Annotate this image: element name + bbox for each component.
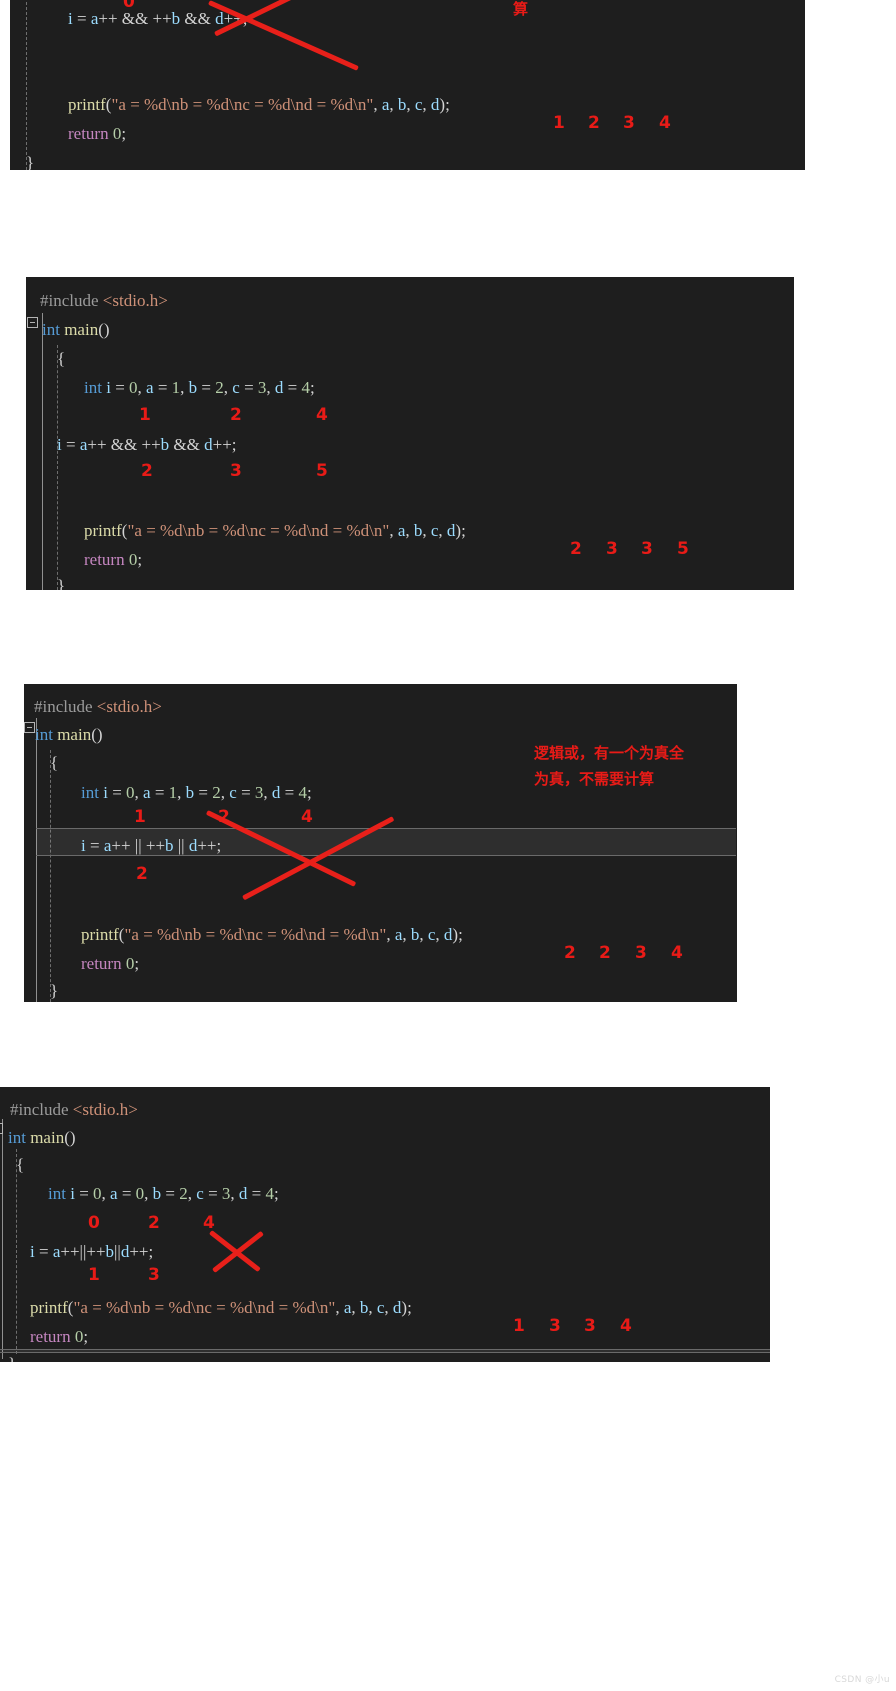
annotation-result-a: 2 [564,943,576,963]
annotation-before-a: 0 [88,1213,100,1233]
code-line-return: return 0; [84,550,143,569]
annotation-result-b: 3 [549,1316,561,1336]
code-line-main: int main() [42,320,110,339]
annotation-before-a: 1 [134,807,146,827]
annotation-before-b: 2 [230,405,242,425]
annotation-result-d: 5 [677,539,689,559]
csdn-watermark: CSDN @小u [834,1675,890,1685]
annotation-before-a: 1 [139,405,151,425]
annotation-before-b: 2 [148,1213,160,1233]
code-line-declaration: int i = 0, a = 0, b = 2, c = 3, d = 4; [48,1184,279,1203]
code-line-return: return 0; [30,1327,89,1346]
annotation-result-b: 2 [599,943,611,963]
code-line-open-brace: { [57,349,66,368]
annotation-result-c: 3 [584,1316,596,1336]
code-line-declaration: int i = 0, a = 1, b = 2, c = 3, d = 4; [84,378,315,397]
annotation-result-d: 4 [620,1316,632,1336]
code-line-include: #include <stdio.h> [10,1100,138,1119]
code-line-include: #include <stdio.h> [40,291,168,310]
annotation-after-a: 2 [136,864,148,884]
code-line-return: return 0; [68,124,127,143]
code-line-expression: i = a++||++b||d++; [30,1242,154,1261]
code-block-4: #include <stdio.h> int main() { int i = … [0,1087,770,1362]
code-line-return: return 0; [81,954,140,973]
code-line-open-brace: { [16,1155,25,1174]
annotation-after-a: 1 [88,1265,100,1285]
code-line-expression: i = a++ && ++b && d++; [57,435,237,454]
annotation-before-d: 4 [316,405,328,425]
annotation-after-b: 3 [148,1265,160,1285]
code-line-close-brace: } [8,1349,16,1362]
annotation-result-a: 1 [513,1316,525,1336]
code-line-close-brace: } [57,576,66,590]
annotation-note-chinese: 逻辑或，有一个为真全 为真，不需要计算 [534,744,685,788]
annotation-after-d: 5 [316,461,328,481]
annotation-result-a: 1 [553,113,565,133]
code-line-printf: printf("a = %d\nb = %d\nc = %d\nd = %d\n… [68,95,450,114]
code-line-main: int main() [35,725,103,744]
indent-guide [26,0,27,170]
code-line-printf: printf("a = %d\nb = %d\nc = %d\nd = %d\n… [30,1298,412,1317]
brace-guide [42,313,43,590]
annotation-result-d: 4 [671,943,683,963]
annotation-result-b: 3 [606,539,618,559]
code-line-printf: printf("a = %d\nb = %d\nc = %d\nd = %d\n… [81,925,463,944]
code-line-include: #include <stdio.h> [34,697,162,716]
annotation-result-c: 3 [623,113,635,133]
annotation-value-partial: 0 [123,0,135,12]
annotation-before-d: 4 [301,807,313,827]
code-block-3: #include <stdio.h> int main() { int i = … [24,684,737,1002]
brace-guide [2,1119,3,1359]
code-line-expression: i = a++ || ++b || d++; [81,836,222,855]
fold-toggle-icon[interactable] [24,722,35,733]
annotation-result-a: 2 [570,539,582,559]
indent-guide [57,345,58,590]
annotation-result-c: 3 [641,539,653,559]
fold-toggle-icon[interactable] [27,317,38,328]
fold-toggle-icon[interactable] [0,1123,3,1134]
current-line-highlight [0,1349,770,1353]
code-block-1: i = a++ && ++b && d++; printf("a = %d\nb… [10,0,805,170]
code-line-main: int main() [8,1128,76,1147]
code-line-printf: printf("a = %d\nb = %d\nc = %d\nd = %d\n… [84,521,466,540]
annotation-result-b: 2 [588,113,600,133]
annotation-result-d: 4 [659,113,671,133]
annotation-result-c: 3 [635,943,647,963]
brace-guide [36,718,37,1002]
indent-guide [16,1149,17,1354]
strikethrough-mark-1a [207,0,359,71]
annotation-after-a: 2 [141,461,153,481]
code-line-close-brace: } [50,981,59,1000]
code-line-open-brace: { [50,753,59,772]
indent-guide [50,750,51,1002]
annotation-before-d: 4 [203,1213,215,1233]
code-block-2: #include <stdio.h> int main() { int i = … [26,277,794,590]
partial-annotation-char: 算 [513,0,529,18]
code-line-declaration: int i = 0, a = 1, b = 2, c = 3, d = 4; [81,783,312,802]
code-line-close-brace: } [26,153,35,170]
annotation-after-b: 3 [230,461,242,481]
